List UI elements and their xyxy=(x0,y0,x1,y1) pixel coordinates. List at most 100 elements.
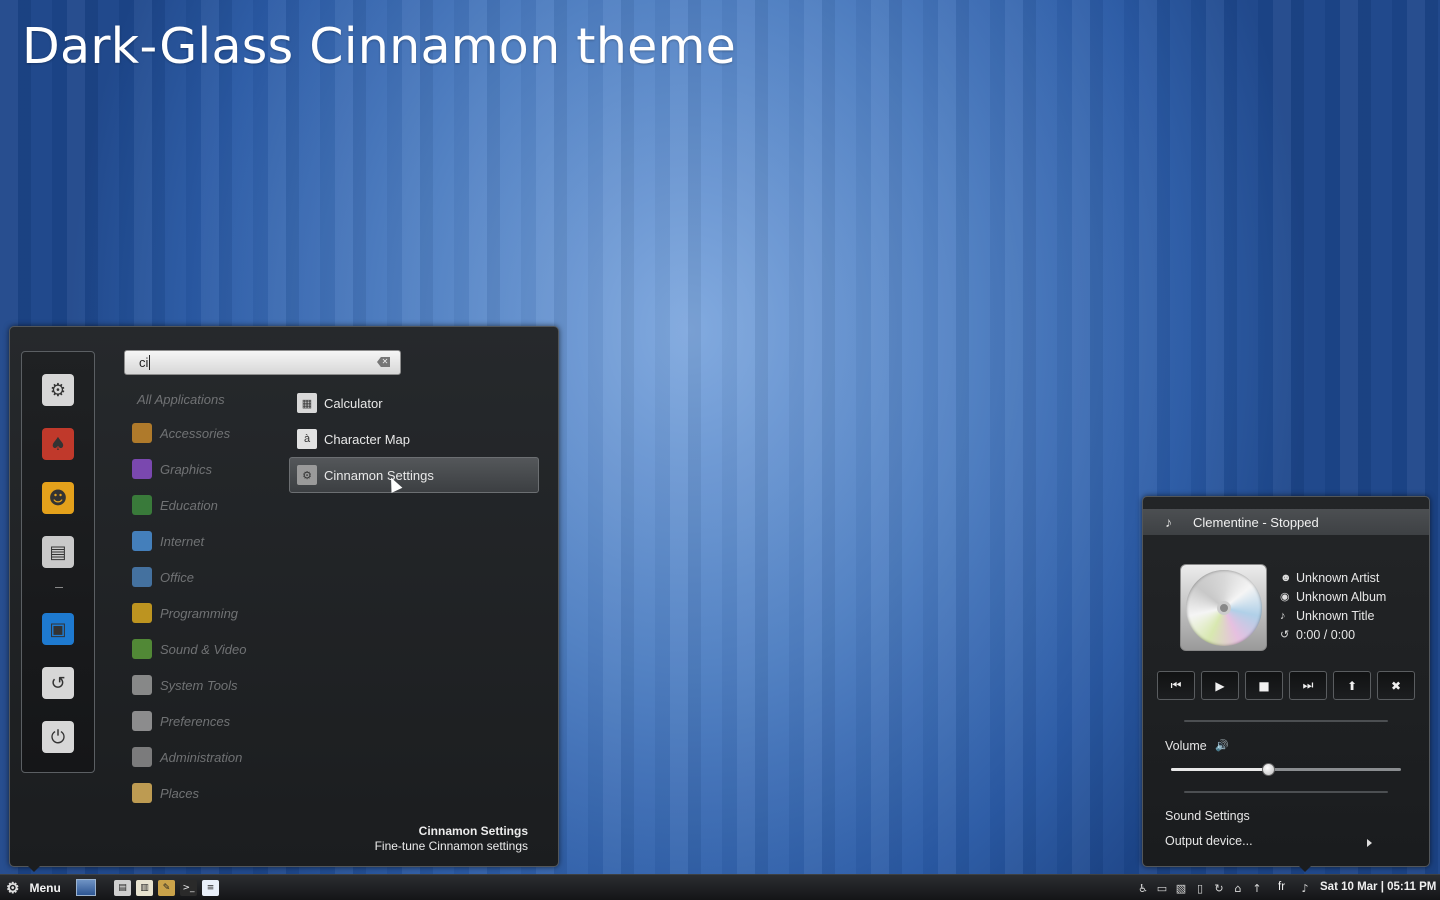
category-item[interactable]: Internet xyxy=(128,523,278,559)
menu-button[interactable]: ⚙ Menu xyxy=(6,879,61,897)
keyboard-layout[interactable]: fr xyxy=(1278,881,1285,893)
category-item[interactable]: Education xyxy=(128,487,278,523)
play-button[interactable]: ▶ xyxy=(1201,671,1239,700)
menu-pointer-arrow xyxy=(26,864,42,872)
show-desktop-button[interactable] xyxy=(76,879,96,896)
title-label: Unknown Title xyxy=(1296,608,1375,623)
previous-button[interactable]: ⏮ xyxy=(1157,671,1195,700)
application-description: Cinnamon Settings Fine-tune Cinnamon set… xyxy=(375,824,528,854)
title-icon: ♪ xyxy=(1280,609,1286,622)
display-icon[interactable]: ▭ xyxy=(1155,880,1169,896)
settings-icon[interactable]: ⚙ xyxy=(42,374,74,406)
eject-button[interactable]: ⬆ xyxy=(1333,671,1371,700)
time-label: 0:00 / 0:00 xyxy=(1296,627,1356,642)
category-label: System Tools xyxy=(160,677,238,693)
volume-slider-handle[interactable] xyxy=(1261,763,1275,776)
terminal-launcher-icon[interactable]: >_ xyxy=(180,880,197,896)
speaker-icon: 🔊 xyxy=(1215,739,1229,752)
home-icon[interactable]: ⌂ xyxy=(1231,880,1245,896)
upload-icon[interactable]: ↑ xyxy=(1250,880,1264,896)
category-label: Preferences xyxy=(160,713,231,729)
application-item[interactable]: à Character Map xyxy=(289,421,539,457)
category-icon xyxy=(132,747,152,767)
category-item[interactable]: Administration xyxy=(128,739,278,775)
sound-tray-icon[interactable]: ♪ xyxy=(1298,880,1312,896)
player-header[interactable]: ♪ Clementine - Stopped xyxy=(1143,509,1429,535)
category-label: Programming xyxy=(160,605,239,621)
time-row: ↺ 0:00 / 0:00 xyxy=(1280,625,1386,644)
file-manager-launcher-icon[interactable]: ▤ xyxy=(114,880,131,896)
favorites-sidebar: ⚙ ♠ ☻ ▤ ▣ ↺ ⏻ xyxy=(21,351,95,773)
category-label: Places xyxy=(160,785,200,801)
category-item[interactable]: All Applications xyxy=(128,389,278,409)
close-player-button[interactable]: ✖ xyxy=(1377,671,1415,700)
separator xyxy=(1184,720,1388,722)
shutdown-icon[interactable]: ⏻ xyxy=(42,721,74,753)
network-icon[interactable]: ▧ xyxy=(1174,880,1188,896)
category-item[interactable]: Sound & Video xyxy=(128,631,278,667)
cd-icon xyxy=(1185,569,1262,646)
clock[interactable]: Sat 10 Mar | 05:11 PM xyxy=(1320,881,1436,893)
description-title: Cinnamon Settings xyxy=(418,824,528,838)
category-icon xyxy=(132,711,152,731)
book-launcher-icon[interactable]: ▥ xyxy=(136,880,153,896)
time-icon: ↺ xyxy=(1280,629,1290,641)
application-label: Cinnamon Settings xyxy=(324,467,434,483)
category-icon xyxy=(132,459,152,479)
application-icon: à xyxy=(297,429,317,449)
category-list: All Applications Accessories Graphics Educa… xyxy=(128,389,278,811)
category-label: Graphics xyxy=(160,461,213,477)
player-status: Clementine - Stopped xyxy=(1193,514,1319,530)
favorites-separator xyxy=(55,587,63,588)
clear-search-icon[interactable]: ✕ xyxy=(377,357,390,367)
refresh-icon[interactable]: ↻ xyxy=(1212,880,1226,896)
volume-slider[interactable] xyxy=(1171,763,1401,776)
text-editor-launcher-icon[interactable]: ≡ xyxy=(202,880,219,896)
files-icon[interactable]: ▤ xyxy=(42,536,74,568)
users-icon[interactable]: ☻ xyxy=(42,482,74,514)
category-label: All Applications xyxy=(137,391,225,407)
logout-icon[interactable]: ↺ xyxy=(42,667,74,699)
search-input[interactable]: ci ✕ xyxy=(124,350,401,375)
trash-icon[interactable]: ▯ xyxy=(1193,880,1207,896)
separator xyxy=(1184,791,1388,793)
category-label: Office xyxy=(160,569,194,585)
application-item[interactable]: ⚙ Cinnamon Settings xyxy=(289,457,539,493)
next-button[interactable]: ⏭ xyxy=(1289,671,1327,700)
category-icon xyxy=(132,783,152,803)
category-item[interactable]: Places xyxy=(128,775,278,811)
application-label: Character Map xyxy=(324,431,410,447)
search-input-value: ci xyxy=(139,355,149,370)
volume-label: Volume xyxy=(1165,739,1207,753)
category-label: Internet xyxy=(160,533,205,549)
description-subtitle: Fine-tune Cinnamon settings xyxy=(374,839,528,853)
submenu-arrow-icon xyxy=(1367,839,1372,847)
category-label: Sound & Video xyxy=(160,641,247,657)
accessibility-icon[interactable]: ♿ xyxy=(1136,880,1150,896)
category-item[interactable]: Office xyxy=(128,559,278,595)
application-label: Calculator xyxy=(324,395,383,411)
sound-pointer-arrow xyxy=(1297,864,1313,872)
sound-settings-item[interactable]: Sound Settings xyxy=(1165,809,1250,823)
bottom-panel: ⚙ Menu fr ♪ Sat 10 Mar | 05:11 PM ▤ ▥ ✎ >_ ≡… xyxy=(0,874,1440,900)
output-device-item[interactable]: Output device... xyxy=(1165,834,1253,848)
category-icon xyxy=(132,567,152,587)
application-item[interactable]: ▦ Calculator xyxy=(289,385,539,421)
category-icon xyxy=(132,639,152,659)
category-icon xyxy=(132,603,152,623)
tool-launcher-icon[interactable]: ✎ xyxy=(158,880,175,896)
lock-screen-icon[interactable]: ▣ xyxy=(42,613,74,645)
category-item[interactable]: Graphics xyxy=(128,451,278,487)
category-item[interactable]: Accessories xyxy=(128,415,278,451)
album-row: ◉ Unknown Album xyxy=(1280,587,1386,606)
volume-slider-fill xyxy=(1171,768,1268,771)
track-info: ☻ Unknown Artist ◉ Unknown Album ♪ Unkno… xyxy=(1280,568,1386,644)
app-icon[interactable]: ♠ xyxy=(42,428,74,460)
category-item[interactable]: System Tools xyxy=(128,667,278,703)
desktop-title: Dark-Glass Cinnamon theme xyxy=(22,18,737,75)
stop-button[interactable]: ■ xyxy=(1245,671,1283,700)
category-item[interactable]: Preferences xyxy=(128,703,278,739)
album-icon: ◉ xyxy=(1280,591,1290,603)
title-row: ♪ Unknown Title xyxy=(1280,606,1386,625)
category-item[interactable]: Programming xyxy=(128,595,278,631)
